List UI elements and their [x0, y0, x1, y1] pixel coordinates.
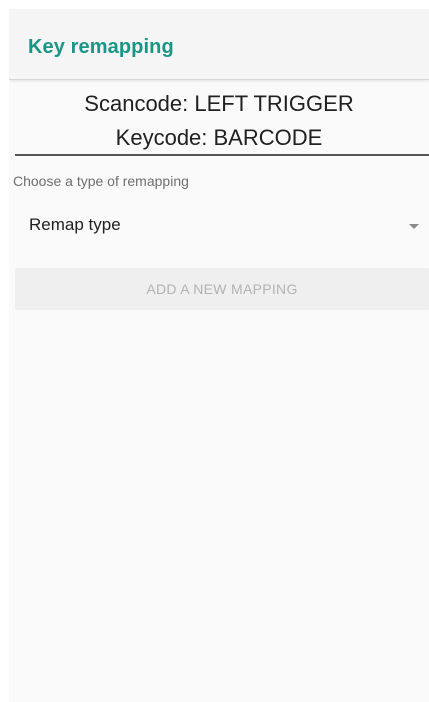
key-info: Scancode: LEFT TRIGGER Keycode: BARCODE [9, 87, 429, 155]
screen: Key remapping Scancode: LEFT TRIGGER Key… [9, 9, 429, 702]
scancode-label: Scancode: LEFT TRIGGER [84, 91, 354, 116]
remap-type-label: Choose a type of remapping [13, 173, 189, 189]
add-mapping-button[interactable]: ADD A NEW MAPPING [15, 268, 429, 310]
remap-type-value: Remap type [29, 215, 121, 234]
divider [15, 154, 429, 156]
app-title: Key remapping [28, 36, 174, 58]
keycode-label: Keycode: BARCODE [115, 125, 323, 150]
dropdown-arrow-icon [409, 224, 419, 229]
app-bar: Key remapping [9, 9, 429, 79]
remap-type-spinner[interactable]: Remap type [15, 207, 425, 245]
